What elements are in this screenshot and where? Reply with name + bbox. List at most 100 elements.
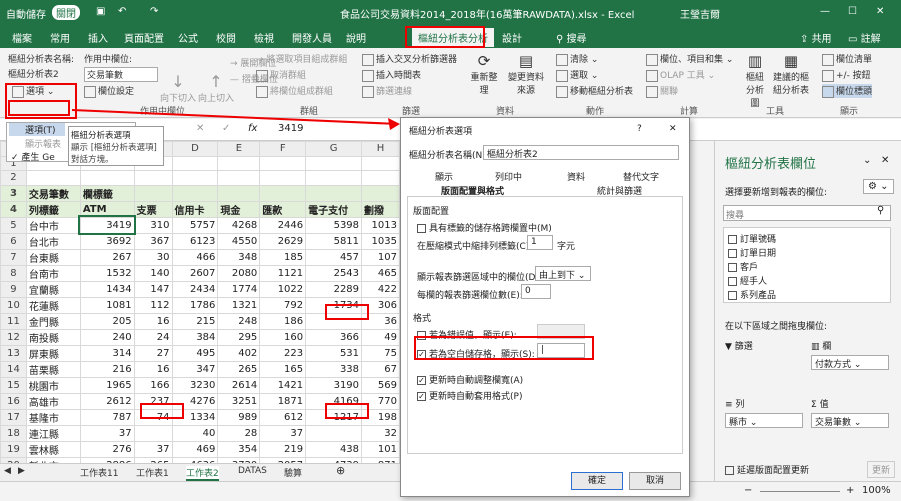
cell[interactable]: 367: [133, 232, 173, 250]
cell[interactable]: 198: [361, 408, 400, 426]
restore-icon[interactable]: ☐: [848, 6, 857, 17]
cell[interactable]: 457: [305, 248, 363, 266]
cell[interactable]: 2434: [171, 280, 219, 298]
indent-spinner[interactable]: 1: [527, 235, 553, 250]
pane-settings-icon[interactable]: ⚙ ⌄: [863, 179, 894, 194]
row-header[interactable]: 7: [0, 248, 27, 266]
row-header[interactable]: 5: [0, 216, 27, 234]
cell[interactable]: 438: [305, 440, 363, 458]
col-header-h[interactable]: H: [361, 141, 400, 157]
cell[interactable]: 24: [133, 328, 173, 346]
fields-items-sets-button[interactable]: 欄位、項目和集 ⌄: [646, 52, 733, 66]
cell[interactable]: 205: [79, 312, 135, 330]
pane-close-icon[interactable]: ✕: [881, 155, 889, 166]
cell[interactable]: 宜蘭縣: [25, 280, 81, 298]
cell[interactable]: 306: [361, 296, 400, 314]
next-sheet-icon[interactable]: ▶: [18, 466, 25, 476]
preserve-format-checkbox[interactable]: ✓ 更新時自動套用格式(P): [417, 389, 522, 402]
col-header-e[interactable]: E: [217, 141, 261, 157]
cell[interactable]: 1421: [259, 376, 307, 394]
field-item[interactable]: 系列產品: [728, 288, 776, 301]
cell[interactable]: 1081: [79, 296, 135, 314]
change-source-button[interactable]: ▤ 變更資料來源: [506, 52, 546, 96]
close-icon[interactable]: ✕: [876, 6, 884, 17]
pane-dropdown-icon[interactable]: ⌄: [863, 155, 871, 166]
cell[interactable]: 1532: [79, 264, 135, 282]
cell[interactable]: 2612: [79, 392, 135, 410]
cell[interactable]: 354: [217, 440, 261, 458]
cell[interactable]: 4276: [171, 392, 219, 410]
tab-page-layout[interactable]: 頁面配置: [124, 30, 164, 45]
relationships-button[interactable]: 關聯: [646, 84, 678, 98]
row-header[interactable]: 10: [0, 296, 27, 314]
cell[interactable]: 4268: [217, 216, 261, 234]
cell[interactable]: 75: [361, 344, 400, 362]
cell[interactable]: 384: [171, 328, 219, 346]
field-settings-button[interactable]: 欄位設定: [84, 84, 134, 98]
cell[interactable]: 276: [79, 440, 135, 458]
filter-connections-button[interactable]: 篩選連線: [362, 84, 412, 98]
cell[interactable]: 2543: [305, 264, 363, 282]
cell[interactable]: 台北市: [25, 232, 81, 250]
cell[interactable]: 6123: [171, 232, 219, 250]
cell[interactable]: 1321: [217, 296, 261, 314]
cell[interactable]: [361, 184, 400, 202]
row-header[interactable]: 6: [0, 232, 27, 250]
row-header[interactable]: 17: [0, 408, 27, 426]
cell[interactable]: [217, 155, 261, 171]
cell[interactable]: 1035: [361, 232, 400, 250]
cell[interactable]: 186: [259, 312, 307, 330]
columns-area-item[interactable]: 付款方式 ⌄: [811, 355, 889, 370]
cell[interactable]: 欄標籤: [79, 184, 135, 202]
cancel-button[interactable]: 取消: [629, 472, 681, 490]
cell[interactable]: 1022: [259, 280, 307, 298]
cell[interactable]: [259, 155, 307, 171]
cell[interactable]: 高雄市: [25, 392, 81, 410]
tab-printing[interactable]: 列印中: [495, 170, 522, 183]
cell[interactable]: 16: [133, 360, 173, 378]
tab-home[interactable]: 常用: [50, 30, 70, 45]
cell[interactable]: [79, 170, 135, 186]
pt-name-field[interactable]: 樞紐分析表2: [8, 67, 59, 80]
empty-cells-checkbox[interactable]: ✓ 若為空白儲存格，顯示(S):: [417, 347, 535, 360]
cell[interactable]: 1786: [171, 296, 219, 314]
cell[interactable]: 495: [171, 344, 219, 362]
cell[interactable]: 402: [217, 344, 261, 362]
zoom-level[interactable]: 100%: [862, 485, 891, 496]
cell[interactable]: 1965: [79, 376, 135, 394]
cell[interactable]: 5811: [305, 232, 363, 250]
cell[interactable]: 310: [133, 216, 173, 234]
cell[interactable]: 240: [79, 328, 135, 346]
tab-display[interactable]: 顯示: [435, 170, 453, 183]
sheet-tab-5[interactable]: 驗算: [284, 466, 302, 479]
cell[interactable]: 1774: [217, 280, 261, 298]
insert-timeline-button[interactable]: 插入時間表: [362, 68, 421, 82]
save-icon[interactable]: ▣: [96, 6, 105, 17]
prev-sheet-icon[interactable]: ◀: [4, 466, 11, 476]
select-button[interactable]: 選取 ⌄: [556, 68, 598, 82]
cell[interactable]: [305, 155, 363, 171]
field-item[interactable]: 訂單號碼: [728, 232, 776, 245]
cell[interactable]: 苗栗縣: [25, 360, 81, 378]
tab-alt-text[interactable]: 替代文字: [623, 170, 659, 183]
cell[interactable]: 140: [133, 264, 173, 282]
cell[interactable]: 5757: [171, 216, 219, 234]
field-headers-button[interactable]: 欄位標頭: [822, 84, 873, 98]
group-selection-button[interactable]: → 將選取項目組成群組: [256, 52, 347, 65]
cell[interactable]: [361, 155, 400, 171]
row-header[interactable]: 8: [0, 264, 27, 282]
cell[interactable]: 2614: [217, 376, 261, 394]
cell[interactable]: 237: [133, 392, 173, 410]
cell[interactable]: 112: [133, 296, 173, 314]
tab-insert[interactable]: 插入: [88, 30, 108, 45]
tab-help[interactable]: 說明: [346, 30, 366, 45]
cell[interactable]: 2629: [259, 232, 307, 250]
cell[interactable]: 37: [133, 440, 173, 458]
cell[interactable]: 支票: [133, 200, 173, 218]
cell[interactable]: [133, 170, 173, 186]
clear-button[interactable]: 清除 ⌄: [556, 52, 598, 66]
cell[interactable]: 366: [305, 328, 363, 346]
cell[interactable]: 67: [361, 360, 400, 378]
autosave-toggle[interactable]: 關閉: [52, 5, 80, 20]
add-sheet-icon[interactable]: ⊕: [336, 464, 345, 477]
